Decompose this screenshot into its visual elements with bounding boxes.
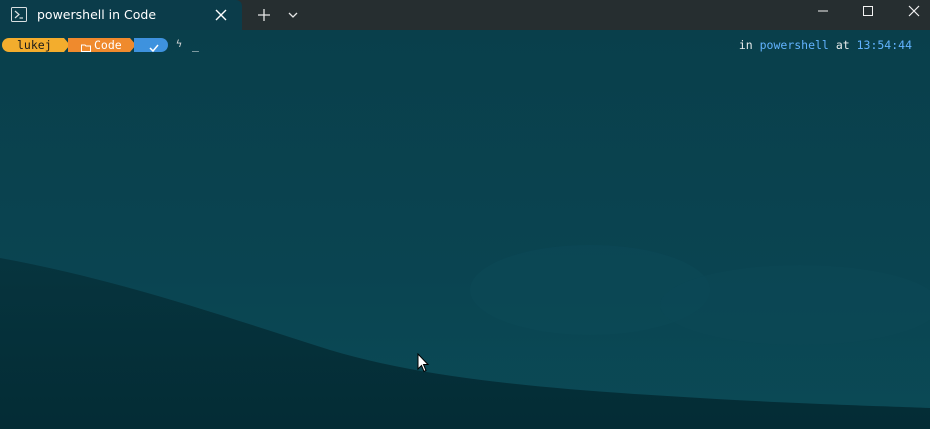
in-label: in [738, 38, 753, 52]
right-prompt: in powershell at 13:54:44 [739, 38, 912, 52]
plus-icon[interactable] [255, 6, 273, 24]
prompt-directory: Code [94, 38, 122, 52]
mouse-pointer-icon [417, 352, 430, 373]
terminal-background [0, 30, 930, 429]
folder-icon [81, 41, 91, 52]
terminal-window: powershell in Code lukej Code ϟ _ in pow… [0, 0, 930, 429]
prompt-time: 13:54:44 [856, 38, 912, 52]
chevron-down-icon[interactable] [285, 7, 301, 23]
directory-segment: Code [68, 38, 130, 52]
powershell-icon [11, 7, 27, 22]
prompt-user: lukej [17, 38, 52, 52]
prompt-symbol: ϟ [176, 39, 183, 50]
tab-title: powershell in Code [37, 7, 157, 22]
user-segment: lukej [2, 38, 64, 52]
at-label: at [835, 38, 850, 52]
title-bar: powershell in Code [0, 0, 930, 30]
terminal-tab[interactable]: powershell in Code [0, 0, 242, 30]
check-icon [149, 41, 159, 53]
close-icon[interactable] [906, 3, 922, 17]
maximize-icon[interactable] [860, 3, 876, 17]
minimize-icon[interactable] [815, 3, 831, 17]
close-tab-icon[interactable] [213, 7, 229, 23]
shell-name: powershell [759, 38, 829, 52]
text-cursor: _ [192, 38, 199, 52]
